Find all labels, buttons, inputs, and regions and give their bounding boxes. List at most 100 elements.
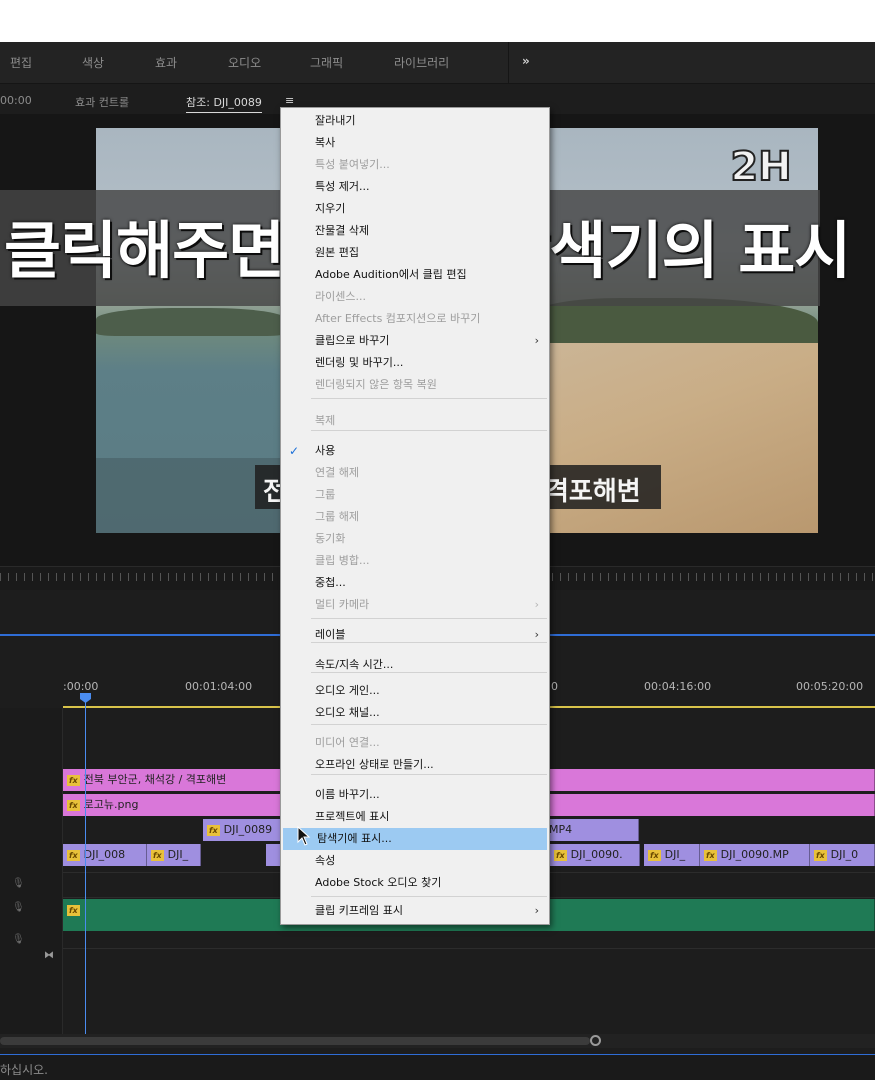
- menu-item-label: 지우기: [315, 202, 346, 215]
- menu-item-label: 그룹: [315, 488, 336, 501]
- menu-item[interactable]: 잘라내기: [281, 110, 549, 132]
- workspace-overflow-button[interactable]: »: [522, 54, 530, 68]
- menu-item[interactable]: 오디오 게인...: [281, 680, 549, 702]
- menu-item[interactable]: 미디어 연결...: [281, 732, 549, 754]
- menu-item-label: 오프라인 상태로 만들기...: [315, 758, 434, 771]
- workspace-tab-effects[interactable]: 효과: [155, 54, 177, 71]
- workspace-tab-edit[interactable]: 편집: [10, 54, 32, 71]
- menu-item[interactable]: Adobe Audition에서 클립 편집: [281, 264, 549, 286]
- menu-item-label: 사용: [315, 444, 336, 457]
- menu-separator: [311, 618, 547, 619]
- workspace-tab-libraries[interactable]: 라이브러리: [394, 54, 449, 71]
- menu-item[interactable]: 렌더링 및 바꾸기...: [281, 352, 549, 374]
- menu-item[interactable]: 클립 병합...: [281, 550, 549, 572]
- clip-v0-a-label: DJI_008: [83, 848, 126, 861]
- menu-item[interactable]: 이름 바꾸기...: [281, 784, 549, 806]
- menu-item[interactable]: 라이센스...: [281, 286, 549, 308]
- menu-item-label: 잔물결 삭제: [315, 224, 370, 237]
- menu-item-label: 렌더링되지 않은 항목 복원: [315, 378, 437, 391]
- menu-item[interactable]: 레이블 ›: [281, 624, 549, 646]
- fx-badge-icon: fx: [67, 904, 80, 916]
- source-timecode: 00:00: [0, 94, 32, 107]
- menu-item[interactable]: 원본 편집: [281, 242, 549, 264]
- clip-v0-d[interactable]: fx DJI_: [644, 844, 700, 866]
- clip-v0-e[interactable]: fx DJI_0090.MP: [700, 844, 810, 866]
- menu-item[interactable]: 탐색기에 표시...: [283, 828, 547, 850]
- menu-item[interactable]: 그룹 해제: [281, 506, 549, 528]
- menu-item[interactable]: 지우기: [281, 198, 549, 220]
- menu-item[interactable]: 속도/지속 시간...: [281, 654, 549, 676]
- track-header-column: 🎙 🎙 🎙 ⧓: [0, 708, 63, 1038]
- menu-item[interactable]: 프로젝트에 표시: [281, 806, 549, 828]
- menu-item[interactable]: 오프라인 상태로 만들기...: [281, 754, 549, 776]
- menu-item-label: 클립 키프레임 표시: [315, 904, 403, 917]
- menu-item-label: 이름 바꾸기...: [315, 788, 380, 801]
- clip-v0-c[interactable]: fx DJI_0090.: [550, 844, 640, 866]
- menu-item[interactable]: After Effects 컴포지션으로 바꾸기: [281, 308, 549, 330]
- menu-item-label: 멀티 카메라: [315, 598, 370, 611]
- workspace-tab-graphics[interactable]: 그래픽: [310, 54, 343, 71]
- timeline-scroll-thumb[interactable]: [0, 1037, 590, 1045]
- menu-item-label: 프로젝트에 표시: [315, 810, 390, 823]
- clip-v0-a[interactable]: fx DJI_008: [63, 844, 147, 866]
- menu-item-label: 특성 제거...: [315, 180, 370, 193]
- timeline-time-4: 00:05:20:00: [796, 680, 864, 693]
- fx-badge-icon: fx: [151, 849, 164, 861]
- tab-effect-controls[interactable]: 효과 컨트롤: [75, 94, 129, 110]
- sync-lock-icon[interactable]: ⧓: [44, 950, 54, 961]
- clip-v0-c-label: DJI_0090.: [570, 848, 623, 861]
- fx-badge-icon: fx: [67, 774, 80, 786]
- fx-badge-icon: fx: [207, 824, 220, 836]
- mic-icon[interactable]: 🎙: [12, 902, 25, 913]
- menu-item[interactable]: 중첩...: [281, 572, 549, 594]
- menu-item[interactable]: 연결 해제: [281, 462, 549, 484]
- clip-v1-a[interactable]: fx DJI_0089: [203, 819, 283, 841]
- submenu-arrow-icon: ›: [534, 598, 539, 611]
- timeline-time-0: :00:00: [63, 680, 99, 693]
- menu-item[interactable]: 특성 붙여넣기...: [281, 154, 549, 176]
- menu-separator: [311, 896, 547, 897]
- workspace-tab-audio[interactable]: 오디오: [228, 54, 261, 71]
- clip-v1-a-label: DJI_0089: [223, 823, 273, 836]
- menu-item[interactable]: 그룹: [281, 484, 549, 506]
- clip-v0-f[interactable]: fx DJI_0: [810, 844, 875, 866]
- menu-item[interactable]: 특성 제거...: [281, 176, 549, 198]
- menu-item[interactable]: 클립 키프레임 표시 ›: [281, 900, 549, 922]
- menu-item[interactable]: 잔물결 삭제: [281, 220, 549, 242]
- menu-item-label: 원본 편집: [315, 246, 359, 259]
- mic-icon[interactable]: 🎙: [12, 878, 25, 889]
- submenu-arrow-icon: ›: [534, 334, 539, 347]
- fx-badge-icon: fx: [67, 849, 80, 861]
- menu-item-label: 탐색기에 표시...: [317, 832, 392, 845]
- menu-item-label: 복제: [315, 414, 336, 427]
- menu-item[interactable]: 사용 ✓: [281, 440, 549, 462]
- menu-item[interactable]: 오디오 채널...: [281, 702, 549, 724]
- tab-reference-monitor[interactable]: 참조: DJI_0089: [186, 94, 262, 113]
- menu-item[interactable]: 멀티 카메라 ›: [281, 594, 549, 616]
- clip-logo-label: 로고뉴.png: [83, 798, 139, 811]
- fx-badge-icon: fx: [814, 849, 827, 861]
- workspace-tab-color[interactable]: 색상: [82, 54, 104, 71]
- audio-lane-divider: [63, 948, 875, 949]
- checkmark-icon: ✓: [289, 444, 300, 458]
- timeline-time-3: 00:04:16:00: [644, 680, 712, 693]
- menu-item-label: After Effects 컴포지션으로 바꾸기: [315, 312, 481, 325]
- timeline-zoom-handle[interactable]: [590, 1035, 601, 1046]
- menu-item[interactable]: 복사: [281, 132, 549, 154]
- mic-icon[interactable]: 🎙: [12, 934, 25, 945]
- menu-item[interactable]: 복제: [281, 410, 549, 432]
- menu-item[interactable]: Adobe Stock 오디오 찾기: [281, 872, 549, 894]
- menu-item-label: Adobe Stock 오디오 찾기: [315, 876, 442, 889]
- menu-item-label: 클립으로 바꾸기: [315, 334, 390, 347]
- menu-item[interactable]: 렌더링되지 않은 항목 복원: [281, 374, 549, 396]
- menu-item[interactable]: 클립으로 바꾸기 ›: [281, 330, 549, 352]
- menu-item[interactable]: 동기화: [281, 528, 549, 550]
- menu-item-label: 미디어 연결...: [315, 736, 380, 749]
- panel-menu-icon[interactable]: ≡: [285, 94, 294, 107]
- clip-v1-b[interactable]: MP4: [545, 819, 639, 841]
- clip-v0-e-label: DJI_0090.MP: [720, 848, 789, 861]
- clip-v0-b[interactable]: fx DJI_: [147, 844, 201, 866]
- menu-item[interactable]: 속성: [281, 850, 549, 872]
- mouse-cursor-icon: [297, 826, 311, 846]
- playhead-line[interactable]: [85, 694, 86, 1034]
